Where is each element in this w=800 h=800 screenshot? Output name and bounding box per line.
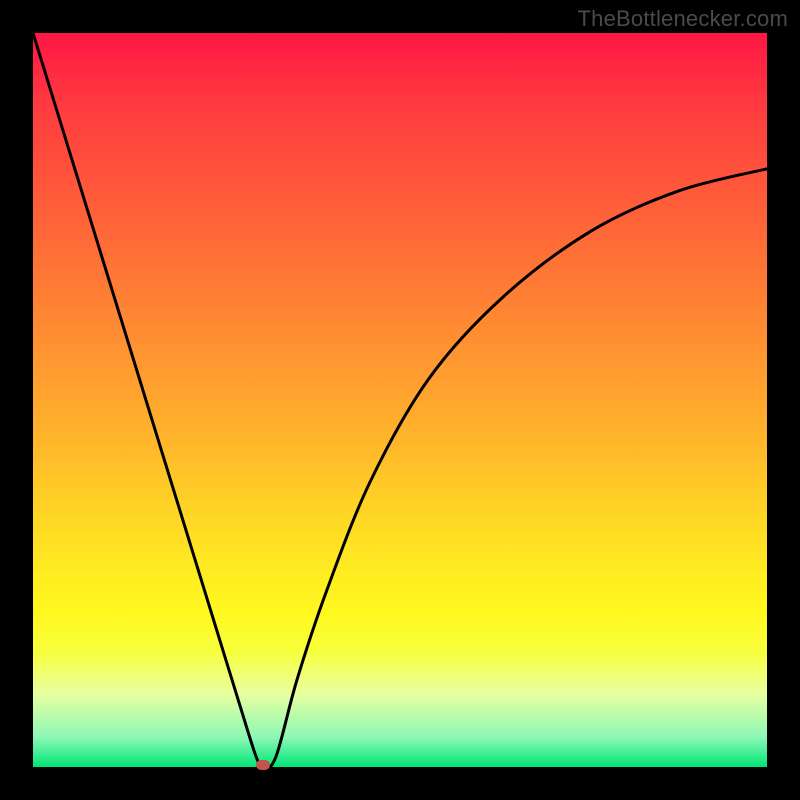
attribution-text: TheBottlenecker.com bbox=[578, 6, 788, 32]
curve-svg bbox=[33, 33, 767, 767]
plot-area bbox=[33, 33, 767, 767]
optimum-marker bbox=[256, 760, 270, 770]
bottleneck-curve-path bbox=[33, 33, 767, 767]
chart-frame: TheBottlenecker.com bbox=[0, 0, 800, 800]
